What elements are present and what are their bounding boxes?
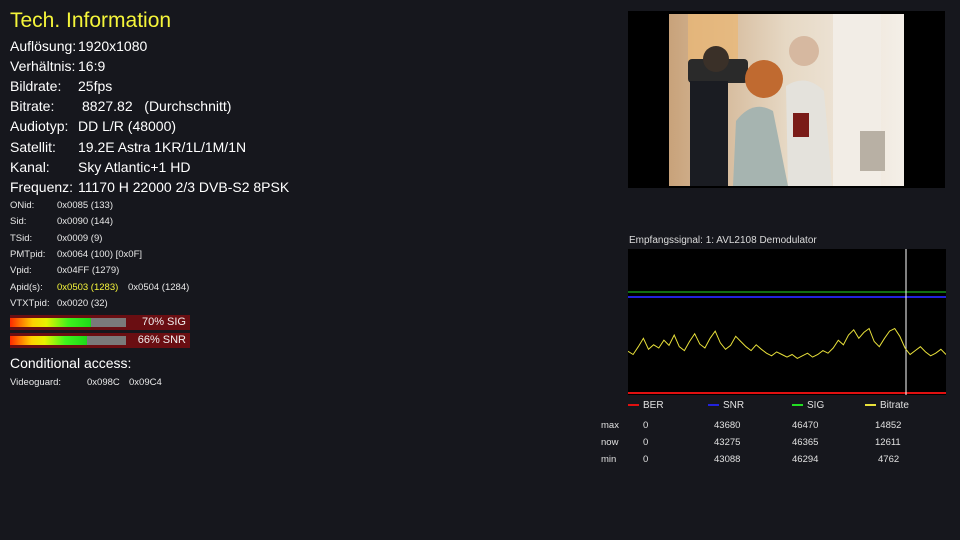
pid-label: TSid:: [10, 233, 33, 244]
legend-label: SIG: [807, 400, 825, 411]
stat-row-label: now: [601, 437, 619, 448]
info-label: Satellit:: [10, 139, 56, 155]
pid-value: 0x0009 (9): [57, 233, 103, 244]
stat-cell: 0: [643, 454, 649, 465]
stat-cell: 4762: [878, 454, 900, 465]
video-frame-image: [628, 11, 945, 188]
signal-strength-label: 70% SIG: [141, 316, 186, 328]
meter-track: [10, 336, 126, 345]
meter-track: [10, 318, 126, 327]
legend-item-snr: SNR: [708, 400, 744, 411]
stat-cell: 0: [643, 420, 649, 431]
legend-label: BER: [643, 400, 664, 411]
stat-cell: 0: [643, 437, 649, 448]
stat-row-label: min: [601, 454, 617, 465]
info-value: 25fps: [78, 78, 113, 94]
meter-fill: [10, 336, 87, 345]
sig-swatch-icon: [792, 404, 803, 407]
pid-value-active: 0x0503 (1283): [57, 282, 119, 293]
ca-id: 0x09C4: [129, 377, 162, 388]
ca-id: 0x098C: [87, 377, 120, 388]
legend-label: Bitrate: [880, 400, 909, 411]
ber-swatch-icon: [628, 404, 639, 407]
info-label: Bitrate:: [10, 98, 55, 114]
stat-cell: 14852: [875, 420, 902, 431]
pid-label: Vpid:: [10, 265, 32, 276]
stat-cell: 43275: [714, 437, 741, 448]
stat-cell: 43088: [714, 454, 741, 465]
stat-cell: 46294: [792, 454, 819, 465]
pid-value: 0x0085 (133): [57, 200, 113, 211]
stat-cell: 46470: [792, 420, 819, 431]
info-label: Verhältnis:: [10, 58, 76, 74]
legend-label: SNR: [723, 400, 745, 411]
graph-title: Empfangssignal: 1: AVL2108 Demodulator: [629, 235, 817, 246]
info-value: 16:9: [78, 58, 106, 74]
signal-strength-meter: 70% SIG: [10, 315, 190, 330]
meter-fill: [10, 318, 92, 327]
bitrate-swatch-icon: [865, 404, 876, 407]
video-preview: [628, 11, 945, 188]
pid-label: VTXTpid:: [10, 298, 50, 309]
pid-label: ONid:: [10, 200, 35, 211]
info-value: Sky Atlantic+1 HD: [78, 159, 191, 175]
pid-label: Apid(s):: [10, 282, 43, 293]
page-title: Tech. Information: [10, 9, 172, 32]
pid-label: PMTpid:: [10, 249, 46, 260]
pid-value: 0x0064 (100) [0x0F]: [57, 249, 143, 260]
pid-value-secondary: 0x0504 (1284): [128, 282, 190, 293]
pid-label: Sid:: [10, 216, 27, 227]
info-label: Auflösung:: [10, 38, 77, 54]
info-value: 19.2E Astra 1KR/1L/1M/1N: [78, 139, 247, 155]
legend-item-sig: SIG: [792, 400, 824, 411]
info-label: Frequenz:: [10, 179, 74, 195]
info-value: 1920x1080: [78, 38, 148, 54]
info-value: 8827.82 (Durchschnitt): [82, 98, 232, 114]
stat-cell: 12611: [875, 437, 901, 448]
pid-value: 0x04FF (1279): [57, 265, 120, 276]
signal-graph-plot: [627, 249, 947, 395]
signal-graph: [627, 249, 947, 395]
pid-value: 0x0090 (144): [57, 216, 113, 227]
snr-swatch-icon: [708, 404, 719, 407]
info-label: Audiotyp:: [10, 118, 69, 134]
info-label: Kanal:: [10, 159, 50, 175]
snr-meter: 66% SNR: [10, 333, 190, 348]
pid-value: 0x0020 (32): [57, 298, 108, 309]
stat-cell: 43680: [714, 420, 741, 431]
ca-system-label: Videoguard:: [10, 377, 62, 388]
stat-row-label: max: [601, 420, 619, 431]
stat-cell: 46365: [792, 437, 819, 448]
info-label: Bildrate:: [10, 78, 62, 94]
legend-item-bitrate: Bitrate: [865, 400, 909, 411]
snr-label: 66% SNR: [137, 334, 186, 346]
info-value: DD L/R (48000): [78, 118, 177, 134]
info-value: 11170 H 22000 2/3 DVB-S2 8PSK: [78, 179, 290, 195]
conditional-access-title: Conditional access:: [10, 355, 132, 371]
bitrate-trace: [627, 327, 947, 359]
legend-item-ber: BER: [628, 400, 664, 411]
